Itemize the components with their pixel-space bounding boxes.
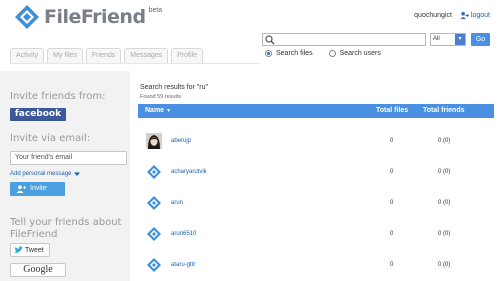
google-label: Google: [23, 264, 53, 275]
total-friends-value: 0 (0): [438, 231, 451, 237]
tabs-divider: [10, 63, 260, 64]
add-personal-message-label: Add personal message: [10, 171, 72, 177]
search-users-label[interactable]: Search users: [340, 50, 381, 57]
user-name-link[interactable]: aberujp: [171, 138, 191, 144]
facebook-button[interactable]: facebook: [10, 108, 66, 121]
google-button[interactable]: Google: [10, 263, 66, 277]
search-icon: [265, 35, 275, 45]
results-table-header: Name ▼ Total files Total friends: [138, 104, 494, 118]
go-button[interactable]: Go: [471, 33, 490, 46]
user-name-link[interactable]: ataru-gttr: [171, 262, 195, 268]
total-friends-value: 0 (0): [438, 169, 451, 175]
user-name-link[interactable]: arun6510: [171, 231, 196, 237]
column-total-friends-header[interactable]: Total friends: [423, 104, 464, 118]
sidebar: Invite friends from: facebook Invite via…: [0, 71, 130, 281]
add-user-icon: [16, 185, 26, 193]
search-type-options: Search files Search users: [265, 50, 397, 57]
tab-friends[interactable]: Friends: [85, 48, 122, 63]
table-row: acharyarutvik 0 0 (0): [138, 157, 494, 188]
search-files-label[interactable]: Search files: [276, 50, 313, 57]
user-name-link[interactable]: arun: [171, 200, 183, 206]
chevron-down-icon[interactable]: ▾: [455, 34, 465, 45]
friend-email-field[interactable]: Your friend's email: [10, 151, 127, 165]
add-personal-message-link[interactable]: Add personal message: [10, 171, 81, 177]
column-name-header[interactable]: Name ▼: [145, 104, 171, 118]
invite-button-label: Invite: [30, 185, 47, 192]
search-users-radio[interactable]: [328, 50, 336, 57]
column-total-files-header[interactable]: Total files: [376, 104, 408, 118]
total-friends-value: 0 (0): [438, 262, 451, 268]
avatar[interactable]: [146, 133, 162, 149]
beta-label: beta: [148, 7, 163, 14]
search-scope-value: All: [433, 36, 440, 42]
invite-button[interactable]: Invite: [10, 182, 65, 196]
username[interactable]: quochungict: [414, 12, 452, 19]
logo-text: FileFriend: [44, 6, 146, 28]
tweet-label: Tweet: [25, 246, 44, 254]
tweet-button[interactable]: Tweet: [10, 243, 50, 257]
search-scope-select[interactable]: All ▾: [430, 33, 466, 46]
chevron-down-icon: [74, 172, 81, 176]
default-avatar-icon[interactable]: [146, 257, 162, 273]
main-tabs: Activity My files Friends Messages Profi…: [10, 48, 206, 63]
logout-icon: [460, 11, 469, 20]
twitter-bird-icon: [14, 246, 23, 253]
tab-profile[interactable]: Profile: [171, 48, 203, 63]
tab-messages[interactable]: Messages: [124, 48, 169, 63]
total-files-value: 0: [390, 138, 394, 144]
default-avatar-icon[interactable]: [146, 195, 162, 211]
total-files-value: 0: [390, 231, 394, 237]
sort-down-icon: ▼: [166, 108, 172, 114]
total-friends-value: 0 (0): [438, 200, 451, 206]
results-title: Search results for "ru": [140, 84, 208, 91]
total-files-value: 0: [390, 169, 394, 175]
logout-link[interactable]: logout: [460, 11, 490, 20]
tab-my-files[interactable]: My files: [47, 48, 83, 63]
logo[interactable]: FileFriend beta: [14, 4, 162, 30]
table-row: arun 0 0 (0): [138, 188, 494, 219]
total-files-value: 0: [390, 262, 394, 268]
invite-email-heading: Invite via email:: [10, 133, 91, 144]
logout-label: logout: [470, 12, 490, 19]
column-name-label: Name: [145, 107, 165, 114]
user-area: quochungict logout: [414, 11, 490, 20]
search-files-radio[interactable]: [265, 50, 272, 57]
table-row: arun6510 0 0 (0): [138, 219, 494, 250]
default-avatar-icon[interactable]: [146, 226, 162, 242]
table-row: aberujp 0 0 (0): [138, 126, 494, 157]
tab-activity[interactable]: Activity: [10, 48, 45, 63]
default-avatar-icon[interactable]: [146, 164, 162, 180]
total-friends-value: 0 (0): [438, 138, 451, 144]
filefriend-logo-icon: [15, 5, 39, 29]
tell-friends-heading: Tell your friends about FileFriend: [10, 217, 122, 240]
table-row: ataru-gttr 0 0 (0): [138, 250, 494, 281]
invite-friends-heading: Invite friends from:: [10, 91, 106, 102]
search-box[interactable]: [262, 33, 426, 46]
total-files-value: 0: [390, 200, 394, 206]
results-count: Found 59 results: [140, 94, 181, 100]
search-input[interactable]: [277, 34, 423, 45]
user-name-link[interactable]: acharyarutvik: [171, 169, 207, 175]
